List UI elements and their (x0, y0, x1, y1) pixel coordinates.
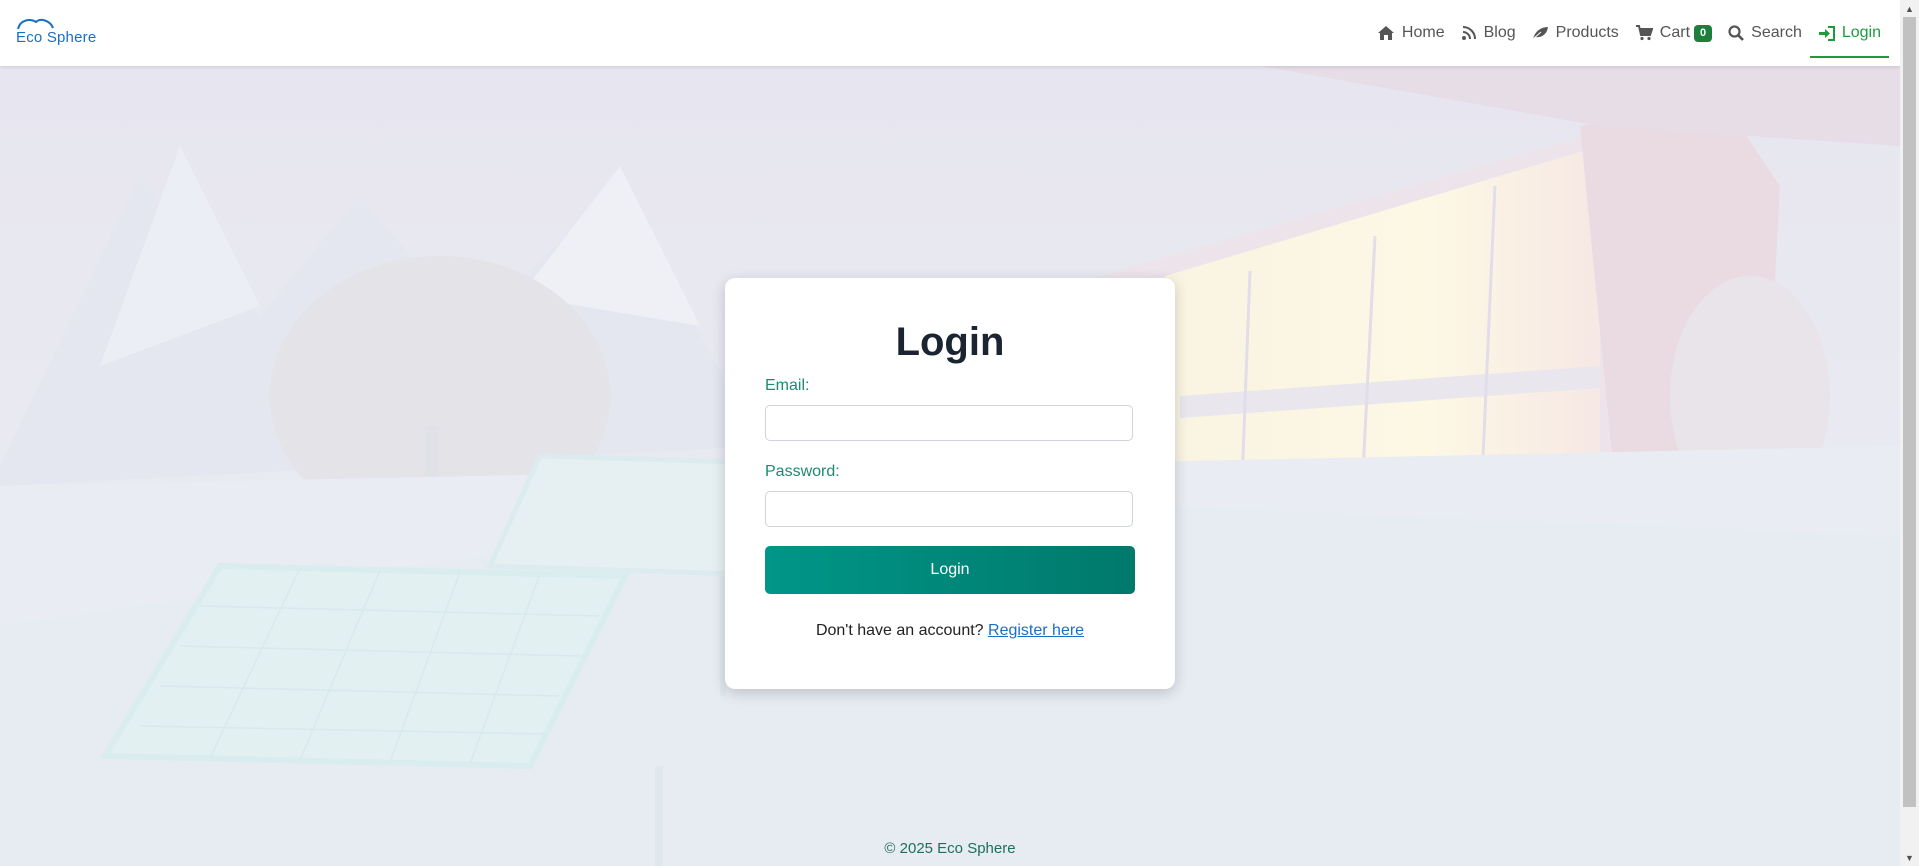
search-icon (1728, 25, 1745, 41)
nav-item-login[interactable]: Login (1810, 0, 1889, 66)
register-link[interactable]: Register here (988, 622, 1084, 639)
nav-label-search: Search (1751, 24, 1802, 41)
nav-item-login-wrap: Login (1809, 0, 1890, 66)
vertical-scrollbar[interactable]: ▲ ▼ (1900, 0, 1919, 866)
nav-label-home: Home (1401, 24, 1445, 41)
nav-label-login: Login (1841, 24, 1881, 41)
nav-item-search[interactable]: Search (1720, 0, 1810, 66)
nav-item-cart[interactable]: Cart 0 (1627, 0, 1720, 66)
page-title: Login (895, 320, 1005, 364)
cloud-logo-icon (17, 19, 54, 30)
email-label: Email: (765, 377, 810, 394)
sign-in-icon (1818, 25, 1835, 41)
nav-item-blog[interactable]: Blog (1453, 0, 1524, 66)
scroll-up-arrow-icon[interactable]: ▲ (1900, 0, 1919, 17)
blog-icon (1461, 25, 1477, 41)
register-row: Don't have an account? Register here (725, 622, 1175, 640)
nav-label-blog: Blog (1483, 24, 1516, 41)
page: Eco Sphere Home Blog Products Cart 0 Sea… (0, 0, 1919, 866)
leaf-icon (1532, 26, 1549, 40)
brand-name: Eco Sphere (16, 29, 97, 46)
email-field[interactable] (765, 405, 1133, 441)
login-submit-button[interactable]: Login (765, 546, 1135, 594)
brand-logo[interactable]: Eco Sphere (16, 16, 106, 50)
password-field[interactable] (765, 491, 1133, 527)
footer-copyright: © 2025 Eco Sphere (884, 840, 1016, 857)
nav-item-products[interactable]: Products (1524, 0, 1627, 66)
register-prompt: Don't have an account? (815, 622, 984, 639)
nav-label-cart: Cart (1659, 24, 1691, 41)
home-icon (1377, 25, 1395, 41)
login-card: Login Email: Password: Login Don't have … (725, 278, 1175, 689)
cart-count-badge: 0 (1694, 24, 1713, 42)
nav-label-products: Products (1555, 24, 1619, 41)
scroll-down-arrow-icon[interactable]: ▼ (1900, 849, 1919, 866)
top-navbar: Eco Sphere Home Blog Products Cart 0 Sea… (0, 0, 1900, 66)
password-label: Password: (765, 463, 840, 480)
cart-icon (1635, 25, 1653, 41)
scroll-thumb[interactable] (1903, 17, 1916, 807)
nav-item-home[interactable]: Home (1369, 0, 1453, 66)
main-nav: Home Blog Products Cart 0 Search Login (1369, 0, 1900, 66)
